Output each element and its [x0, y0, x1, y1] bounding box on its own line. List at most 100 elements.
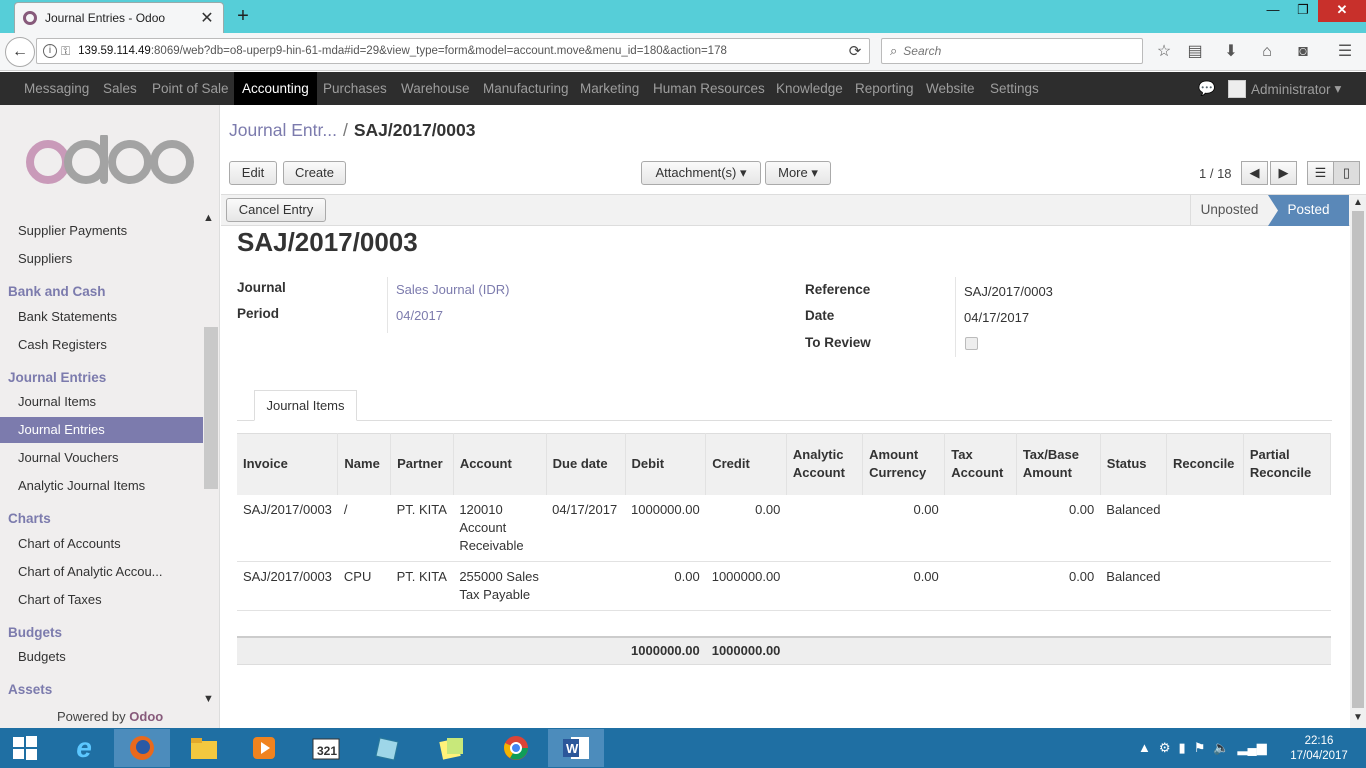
top-menu-settings[interactable]: Settings: [990, 72, 1039, 105]
scroll-down-icon[interactable]: ▼: [1353, 712, 1363, 723]
back-button[interactable]: ←: [5, 37, 35, 67]
sidebar-item-chart-of-taxes[interactable]: Chart of Taxes: [0, 587, 203, 613]
period-field[interactable]: 04/2017: [396, 308, 443, 323]
list-view-icon[interactable]: ☰: [1307, 161, 1334, 185]
top-menu-warehouse[interactable]: Warehouse: [401, 72, 470, 105]
site-info-icon[interactable]: i: [43, 44, 57, 58]
edit-button[interactable]: Edit: [229, 161, 277, 185]
column-header-partial-reconcile[interactable]: Partial Reconcile: [1243, 433, 1332, 495]
bookmark-star-icon[interactable]: ☆: [1153, 42, 1175, 62]
sidebar-item-suppliers[interactable]: Suppliers: [0, 246, 203, 272]
attachments-dropdown[interactable]: Attachment(s) ▾: [641, 161, 761, 185]
top-menu-point-of-sale[interactable]: Point of Sale: [152, 72, 229, 105]
create-button[interactable]: Create: [283, 161, 346, 185]
volume-icon[interactable]: 🔈: [1213, 740, 1229, 756]
column-header-debit[interactable]: Debit: [625, 433, 707, 495]
sidebar-item-chart-of-accounts[interactable]: Chart of Accounts: [0, 531, 203, 557]
cancel-entry-button[interactable]: Cancel Entry: [226, 198, 326, 222]
user-menu[interactable]: Administrator ▾: [1228, 79, 1341, 99]
column-header-tax-account[interactable]: Tax Account: [944, 433, 1017, 495]
date-field[interactable]: 04/17/2017: [964, 310, 1029, 325]
main-scrollbar[interactable]: ▲ ▼: [1350, 197, 1366, 728]
word-icon[interactable]: W: [548, 729, 604, 767]
column-header-amount-currency[interactable]: Amount Currency: [862, 433, 946, 495]
hamburger-menu-icon[interactable]: ☰: [1334, 42, 1356, 62]
column-header-reconcile[interactable]: Reconcile: [1166, 433, 1244, 495]
previous-record-icon[interactable]: ◀: [1241, 161, 1268, 185]
sidebar-item-cash-registers[interactable]: Cash Registers: [0, 332, 203, 358]
column-header-credit[interactable]: Credit: [705, 433, 787, 495]
top-menu-knowledge[interactable]: Knowledge: [776, 72, 843, 105]
top-menu-sales[interactable]: Sales: [103, 72, 137, 105]
download-icon[interactable]: ⬇: [1220, 42, 1242, 62]
column-header-partner[interactable]: Partner: [390, 433, 454, 495]
column-header-analytic-account[interactable]: Analytic Account: [786, 433, 864, 495]
table-row[interactable]: SAJ/2017/0003 CPU PT. KITA 255000 Sales Tax…: [237, 561, 1331, 611]
column-header-status[interactable]: Status: [1100, 433, 1168, 495]
top-menu-human-resources[interactable]: Human Resources: [653, 72, 765, 105]
sidebar-item-budgets[interactable]: Budgets: [0, 644, 203, 670]
taskbar-clock[interactable]: 22:16 17/04/2017: [1284, 734, 1354, 764]
top-menu-marketing[interactable]: Marketing: [580, 72, 639, 105]
battery-icon[interactable]: ▮: [1179, 740, 1186, 756]
new-tab-button[interactable]: +: [232, 4, 254, 28]
chat-icon[interactable]: 💬: [1198, 80, 1216, 96]
scroll-up-icon[interactable]: ▲: [1353, 197, 1363, 208]
firefox-icon[interactable]: [114, 729, 170, 767]
chrome-icon[interactable]: [488, 729, 544, 767]
sidebar-item-journal-items[interactable]: Journal Items: [0, 389, 203, 415]
form-view-icon[interactable]: ▯: [1333, 161, 1360, 185]
sidebar-item-supplier-payments[interactable]: Supplier Payments: [0, 218, 203, 244]
sidebar-item-journal-vouchers[interactable]: Journal Vouchers: [0, 445, 203, 471]
network-devices-icon[interactable]: ⚙: [1159, 740, 1171, 756]
column-header-account[interactable]: Account: [453, 433, 547, 495]
media-player-icon[interactable]: [236, 729, 292, 767]
close-tab-icon[interactable]: ✕: [199, 8, 215, 28]
pocket-icon[interactable]: ◙: [1292, 42, 1314, 62]
to-review-checkbox[interactable]: [965, 337, 978, 350]
sidebar-scroll-up-icon[interactable]: ▲: [203, 212, 214, 224]
next-record-icon[interactable]: ▶: [1270, 161, 1297, 185]
browser-search-box[interactable]: ⌕: [881, 38, 1143, 64]
home-icon[interactable]: ⌂: [1256, 42, 1278, 62]
journal-field[interactable]: Sales Journal (IDR): [396, 282, 509, 297]
column-header-due-date[interactable]: Due date: [546, 433, 626, 495]
action-center-flag-icon[interactable]: ⚑: [1194, 740, 1206, 756]
sidebar-scroll-down-icon[interactable]: ▼: [203, 693, 214, 705]
odoo-brand-link[interactable]: Odoo: [129, 709, 163, 724]
sidebar-item-journal-entries[interactable]: Journal Entries: [0, 417, 203, 443]
browser-tab[interactable]: Journal Entries - Odoo ✕: [14, 2, 224, 33]
url-text[interactable]: 139.59.114.49:8069/web?db=o8-uperp9-hin-…: [78, 45, 841, 57]
internet-explorer-icon[interactable]: e: [56, 729, 112, 767]
top-menu-reporting[interactable]: Reporting: [855, 72, 914, 105]
top-menu-accounting[interactable]: Accounting: [234, 72, 317, 105]
sidebar-item-chart-of-analytic-accou[interactable]: Chart of Analytic Accou...: [0, 559, 203, 585]
reference-field[interactable]: SAJ/2017/0003: [964, 284, 1053, 299]
column-header-name[interactable]: Name: [337, 433, 392, 495]
top-menu-messaging[interactable]: Messaging: [24, 72, 89, 105]
address-bar[interactable]: i ⚿ 139.59.114.49:8069/web?db=o8-uperp9-…: [36, 38, 870, 64]
minimize-window-button[interactable]: —: [1258, 0, 1288, 22]
sticky-notes-icon[interactable]: [424, 729, 480, 767]
show-hidden-icons-icon[interactable]: ▲: [1138, 740, 1151, 756]
top-menu-manufacturing[interactable]: Manufacturing: [483, 72, 569, 105]
odoo-logo[interactable]: [26, 135, 194, 189]
tab-journal-items[interactable]: Journal Items: [254, 390, 357, 421]
browser-search-input[interactable]: [903, 44, 1134, 58]
column-header-tax-base-amount[interactable]: Tax/Base Amount: [1016, 433, 1101, 495]
top-menu-website[interactable]: Website: [926, 72, 975, 105]
windows-start-icon[interactable]: [0, 729, 50, 767]
maximize-window-button[interactable]: ❐: [1288, 0, 1318, 22]
reload-icon[interactable]: ⟳: [841, 42, 869, 60]
media-player-classic-icon[interactable]: 321: [298, 729, 354, 767]
file-explorer-icon[interactable]: [176, 729, 232, 767]
status-unposted[interactable]: Unposted: [1190, 195, 1268, 226]
sidebar-scrollbar[interactable]: [204, 327, 218, 489]
breadcrumb-parent-link[interactable]: Journal Entr...: [229, 120, 337, 140]
more-dropdown[interactable]: More ▾: [765, 161, 831, 185]
close-window-button[interactable]: ✕: [1318, 0, 1366, 22]
table-row[interactable]: SAJ/2017/0003/PT. KITA 120010 Account Rec…: [237, 494, 1331, 562]
top-menu-purchases[interactable]: Purchases: [323, 72, 387, 105]
column-header-invoice[interactable]: Invoice: [237, 433, 339, 495]
sidebar-item-bank-statements[interactable]: Bank Statements: [0, 304, 203, 330]
